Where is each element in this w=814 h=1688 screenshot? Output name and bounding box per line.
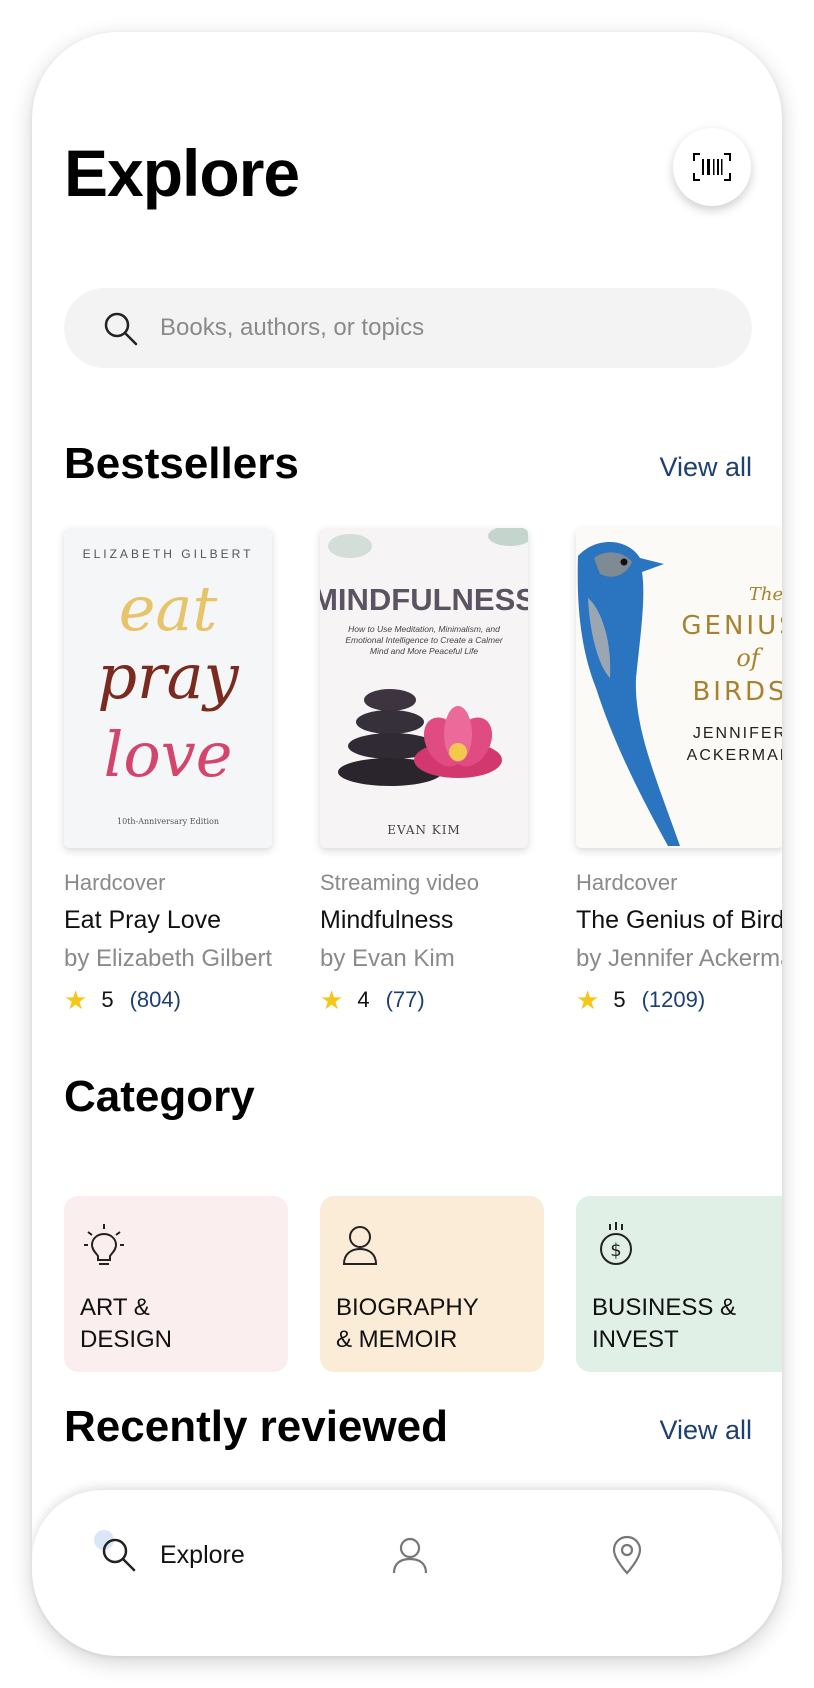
blue-jay-illustration bbox=[577, 541, 680, 846]
star-icon: ★ bbox=[320, 985, 344, 1015]
recently-reviewed-view-all-link[interactable]: View all bbox=[659, 1417, 752, 1444]
person-icon bbox=[392, 1537, 428, 1574]
cover-of: of bbox=[736, 644, 763, 672]
book-rating: ★ 5 (1209) bbox=[576, 987, 782, 1013]
tab-explore-label: Explore bbox=[160, 1540, 245, 1569]
cover-subtitle: How to Use Meditation, Minimalism, and E… bbox=[345, 624, 503, 656]
tab-location[interactable] bbox=[610, 1530, 644, 1580]
cover-birds: BIRDS bbox=[692, 677, 782, 707]
svg-text:$: $ bbox=[610, 1240, 621, 1261]
category-title: Category bbox=[64, 1072, 255, 1121]
book-card-genius-of-birds[interactable]: The GENIUS of BIRDS JENNIFER ACKERMAN Ha… bbox=[576, 528, 782, 1013]
category-label: BIOGRAPHY & MEMOIR bbox=[336, 1294, 479, 1353]
rating-score: 5 bbox=[613, 987, 626, 1012]
search-input[interactable] bbox=[160, 288, 720, 368]
book-format: Hardcover bbox=[64, 870, 166, 895]
category-art-design[interactable]: ART & DESIGN bbox=[64, 1196, 288, 1372]
money-icon: $ bbox=[600, 1222, 632, 1265]
cover-art: ELIZABETH GILBERT eat pray love 10th-Ann… bbox=[83, 547, 254, 826]
cover-art: MINDFULNESS How to Use Meditation, Minim… bbox=[320, 528, 528, 837]
book-author: by Jennifer Ackerman bbox=[576, 945, 782, 972]
person-icon bbox=[342, 1226, 378, 1265]
book-format: Hardcover bbox=[576, 870, 678, 895]
bottom-tab-bar: Explore bbox=[32, 1490, 782, 1656]
cover-author-last: ACKERMAN bbox=[687, 747, 782, 764]
review-count-link[interactable]: (804) bbox=[130, 987, 181, 1013]
tab-explore[interactable]: Explore bbox=[94, 1530, 245, 1580]
page-title: Explore bbox=[64, 136, 300, 210]
category-biography-memoir[interactable]: BIOGRAPHY & MEMOIR bbox=[320, 1196, 544, 1372]
cover-word-eat: eat bbox=[119, 572, 218, 645]
cover-author: EVAN KIM bbox=[387, 823, 461, 837]
search-bar[interactable] bbox=[64, 288, 752, 368]
tab-profile[interactable] bbox=[390, 1530, 430, 1580]
book-author: by Evan Kim bbox=[320, 945, 455, 972]
book-card-mindfulness[interactable]: MINDFULNESS How to Use Meditation, Minim… bbox=[320, 528, 550, 1013]
lotus-illustration bbox=[414, 706, 502, 778]
book-cover-genius-of-birds[interactable]: The GENIUS of BIRDS JENNIFER ACKERMAN bbox=[576, 528, 782, 848]
book-rating: ★ 5 (804) bbox=[64, 987, 294, 1013]
bestsellers-view-all-link[interactable]: View all bbox=[659, 454, 752, 481]
book-title[interactable]: Mindfulness bbox=[320, 906, 550, 935]
book-cover-mindfulness[interactable]: MINDFULNESS How to Use Meditation, Minim… bbox=[320, 528, 528, 848]
review-count-link[interactable]: (77) bbox=[386, 987, 425, 1013]
recently-reviewed-title: Recently reviewed bbox=[64, 1402, 448, 1451]
location-pin-icon bbox=[612, 1535, 642, 1575]
book-title[interactable]: Eat Pray Love bbox=[64, 906, 294, 935]
cover-genius: GENIUS bbox=[681, 611, 782, 641]
star-icon: ★ bbox=[576, 985, 600, 1015]
cover-the: The bbox=[749, 584, 782, 605]
category-label: ART & DESIGN bbox=[80, 1294, 173, 1353]
book-card-eat-pray-love[interactable]: ELIZABETH GILBERT eat pray love 10th-Ann… bbox=[64, 528, 294, 1013]
category-business-invest[interactable]: $ BUSINESS & INVEST bbox=[576, 1196, 782, 1372]
book-format: Streaming video bbox=[320, 870, 479, 895]
rating-score: 5 bbox=[101, 987, 114, 1012]
book-title[interactable]: The Genius of Birds bbox=[576, 906, 782, 935]
phone-screen: Explore Bestsellers View all ELIZABETH G… bbox=[32, 32, 782, 1656]
cover-title: MINDFULNESS bbox=[320, 582, 528, 617]
star-icon: ★ bbox=[64, 985, 88, 1015]
cover-art: The GENIUS of BIRDS JENNIFER ACKERMAN bbox=[577, 541, 782, 846]
review-count-link[interactable]: (1209) bbox=[642, 987, 706, 1013]
barcode-icon bbox=[693, 153, 731, 181]
cover-word-love: love bbox=[104, 718, 233, 791]
lightbulb-icon bbox=[84, 1224, 124, 1265]
bestsellers-title: Bestsellers bbox=[64, 439, 299, 488]
search-icon-wrap bbox=[94, 1530, 138, 1574]
cover-edition: 10th-Anniversary Edition bbox=[117, 817, 219, 826]
cover-author: ELIZABETH GILBERT bbox=[83, 547, 254, 561]
search-icon bbox=[102, 1538, 136, 1572]
cover-word-pray: pray bbox=[97, 640, 239, 713]
cover-author-first: JENNIFER bbox=[693, 725, 782, 742]
book-author: by Elizabeth Gilbert bbox=[64, 945, 273, 972]
barcode-scan-button[interactable] bbox=[673, 128, 751, 206]
search-icon bbox=[104, 312, 138, 346]
category-label: BUSINESS & INVEST bbox=[592, 1294, 737, 1353]
book-rating: ★ 4 (77) bbox=[320, 987, 550, 1013]
book-cover-eat-pray-love[interactable]: ELIZABETH GILBERT eat pray love 10th-Ann… bbox=[64, 528, 272, 848]
rating-score: 4 bbox=[357, 987, 370, 1012]
